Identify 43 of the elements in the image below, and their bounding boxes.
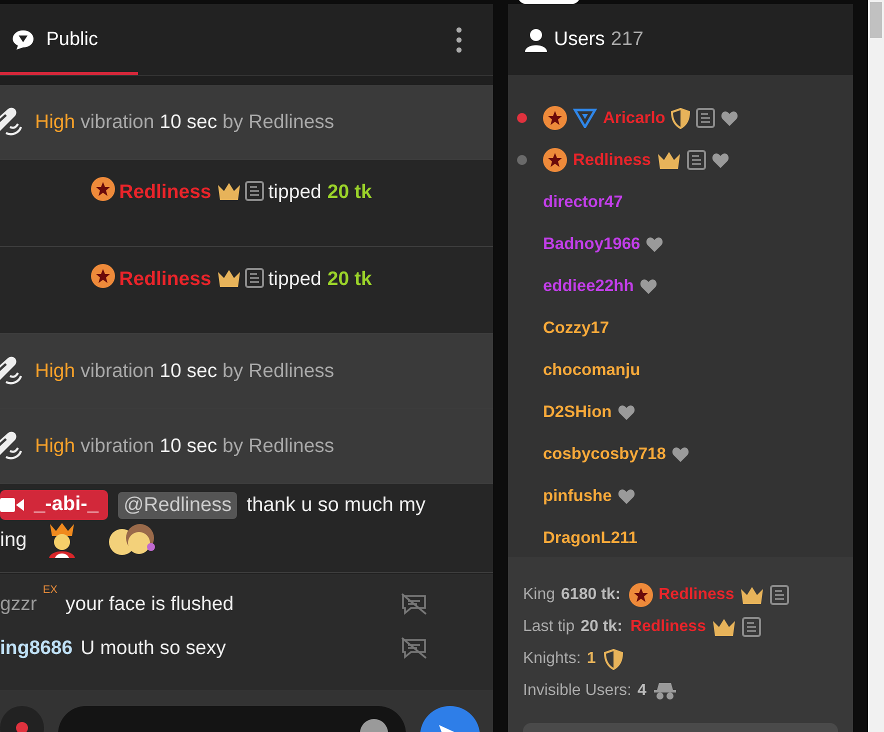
mention-tag[interactable]: @Redliness bbox=[118, 492, 237, 518]
username[interactable]: gzzr bbox=[0, 592, 37, 616]
username[interactable]: director47 bbox=[543, 192, 623, 212]
username[interactable]: pinfushe bbox=[543, 486, 612, 506]
stat-label: Invisible Users: bbox=[523, 682, 632, 700]
message-text: your face is flushed bbox=[66, 592, 235, 616]
stat-label: Last tip bbox=[523, 618, 575, 636]
username[interactable]: Redliness bbox=[573, 150, 651, 170]
username[interactable]: chocomanju bbox=[543, 360, 640, 380]
stat-value: 4 bbox=[637, 682, 646, 700]
username[interactable]: Cozzy17 bbox=[543, 318, 610, 338]
username[interactable]: eddiee22hh bbox=[543, 276, 634, 296]
tip-text: tipped bbox=[268, 181, 322, 203]
username[interactable]: Badnoy1966 bbox=[543, 234, 640, 254]
user-badge[interactable]: _-abi-_ bbox=[0, 490, 108, 520]
vibration-text: High vibration 10 sec by Redliness bbox=[35, 110, 334, 134]
stat-amount: 20 tk: bbox=[580, 618, 622, 636]
message-text: thank u so much my bbox=[246, 494, 426, 516]
message-text: U mouth so sexy bbox=[80, 636, 227, 660]
tip-amount: 20 tk bbox=[327, 268, 372, 290]
message-text: ing bbox=[0, 528, 27, 552]
stat-amount: 6180 tk: bbox=[561, 586, 621, 604]
username[interactable]: Redliness bbox=[119, 181, 212, 203]
username[interactable]: Redliness bbox=[119, 268, 212, 290]
tip-text: tipped bbox=[268, 268, 322, 290]
stat-label: Knights: bbox=[523, 650, 581, 668]
username[interactable]: ing8686 bbox=[0, 636, 73, 660]
username[interactable]: D2SHion bbox=[543, 402, 612, 422]
username[interactable]: cosbycosby718 bbox=[543, 444, 666, 464]
users-count: 217 bbox=[610, 28, 644, 51]
username[interactable]: DragonL211 bbox=[543, 528, 638, 548]
username: _-abi-_ bbox=[34, 493, 98, 516]
vibration-text: High vibration 10 sec by Redliness bbox=[35, 434, 334, 458]
public-tab[interactable]: Public bbox=[0, 4, 138, 75]
vibration-text: High vibration 10 sec by Redliness bbox=[35, 360, 334, 382]
username[interactable]: Redliness bbox=[630, 618, 706, 636]
stat-value: 1 bbox=[586, 650, 596, 668]
user-tag: EX bbox=[42, 584, 58, 596]
stat-label: King bbox=[523, 586, 556, 604]
tip-amount: 20 tk bbox=[327, 181, 372, 203]
username[interactable]: Redliness bbox=[658, 586, 734, 604]
users-title: Users bbox=[554, 28, 605, 51]
username[interactable]: Aricarlo bbox=[603, 108, 666, 128]
